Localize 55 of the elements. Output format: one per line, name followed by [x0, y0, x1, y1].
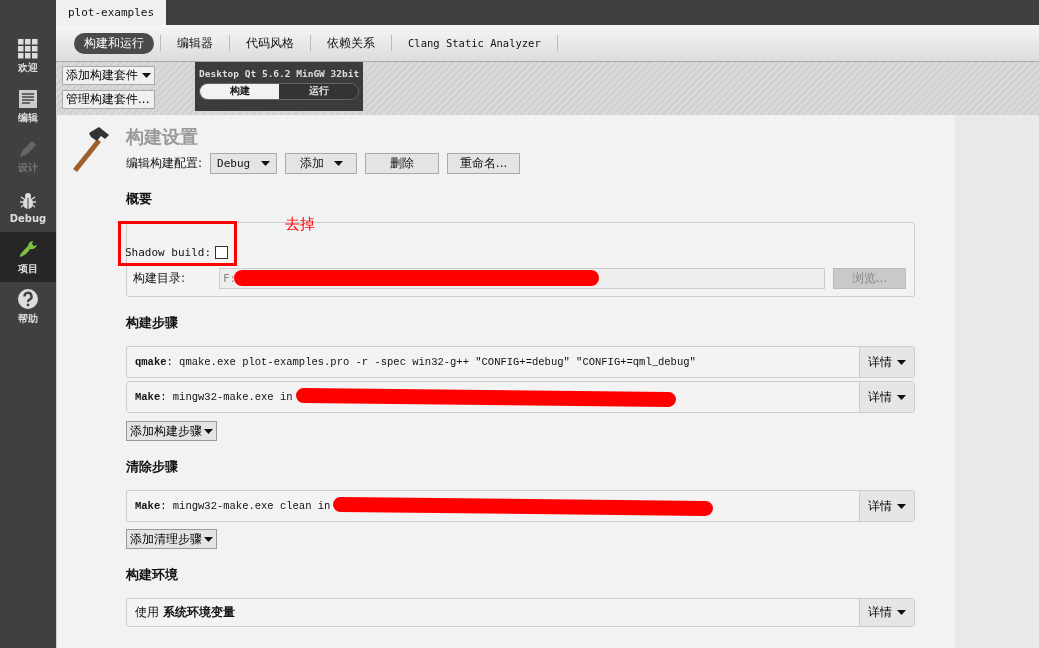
document-icon — [18, 89, 38, 109]
mode-button[interactable]: 项目 — [0, 232, 56, 282]
caret-icon — [142, 73, 151, 78]
bug-icon — [18, 190, 38, 211]
delete-button[interactable]: 删除 — [365, 153, 440, 174]
checkbox[interactable] — [215, 246, 229, 259]
kit-mode-tab[interactable]: 运行 — [279, 84, 359, 99]
settings-tab[interactable]: 依赖关系 — [317, 32, 385, 54]
caret-icon — [204, 536, 213, 542]
details-button[interactable]: 详情 — [859, 491, 914, 521]
mode-button[interactable]: Debug — [0, 182, 56, 232]
caret-icon — [333, 161, 343, 166]
pencil-icon — [18, 139, 38, 159]
project-tab[interactable]: plot-examples — [56, 0, 167, 25]
caret-icon — [897, 610, 906, 615]
build-dir-label: 构建目录: — [133, 270, 187, 287]
step-command: Make: mingw32-make.exe in — [135, 391, 293, 403]
caret-icon — [897, 503, 906, 509]
caret-icon — [897, 394, 906, 400]
settings-tab[interactable]: 编辑器 — [167, 32, 223, 54]
kit-name: Desktop Qt 5.6.2 MinGW 32bit — [199, 68, 360, 79]
env-text: 使用 系统环境变量 — [135, 604, 235, 621]
caret-icon — [897, 359, 906, 365]
shadow-build-label: Shadow build: — [125, 246, 212, 259]
add-button[interactable]: 添加 — [285, 153, 358, 174]
settings-tab[interactable]: Clang Static Analyzer — [398, 35, 551, 51]
wrench-icon — [17, 238, 39, 260]
section-heading: 清除步骤 — [126, 458, 179, 476]
section-heading: 构建步骤 — [126, 314, 179, 332]
settings-tab[interactable]: 代码风格 — [236, 32, 304, 54]
config-label: 编辑构建配置: — [126, 155, 203, 172]
caret-icon — [261, 161, 271, 166]
rename-button[interactable]: 重命名... — [447, 153, 521, 174]
details-button[interactable]: 详情 — [859, 347, 914, 377]
details-button[interactable]: 详情 — [859, 382, 914, 412]
page-title: 构建设置 — [126, 125, 199, 149]
settings-tab[interactable]: 构建和运行 — [74, 32, 154, 54]
caret-icon — [204, 428, 213, 434]
details-button[interactable]: 详情 — [859, 599, 914, 626]
step-command: Make: mingw32-make.exe clean in — [135, 500, 331, 512]
manage-kits-button[interactable]: 管理构建套件... — [62, 90, 155, 109]
add-clean-step-button[interactable]: 添加清理步骤 — [126, 529, 217, 549]
mode-button[interactable]: 帮助 — [0, 282, 56, 332]
section-heading: 构建环境 — [126, 566, 179, 584]
step-command: qmake: qmake.exe plot-examples.pro -r -spec win32-g++ "CONFIG+=debug" "CONFIG+=qml_debug" — [135, 356, 696, 368]
grid-icon — [18, 39, 38, 59]
section-heading: 概要 — [126, 190, 153, 208]
help-icon — [17, 288, 39, 310]
add-build-step-button[interactable]: 添加构建步骤 — [126, 421, 217, 441]
config-select[interactable]: Debug — [210, 153, 278, 174]
annotation-text: 去掉 — [285, 215, 315, 234]
kit-mode-tab[interactable]: 构建 — [200, 84, 280, 99]
mode-button[interactable]: 欢迎 — [0, 32, 56, 82]
add-kit-button[interactable]: 添加构建套件 — [62, 66, 155, 85]
mode-button[interactable]: 编辑 — [0, 82, 56, 132]
